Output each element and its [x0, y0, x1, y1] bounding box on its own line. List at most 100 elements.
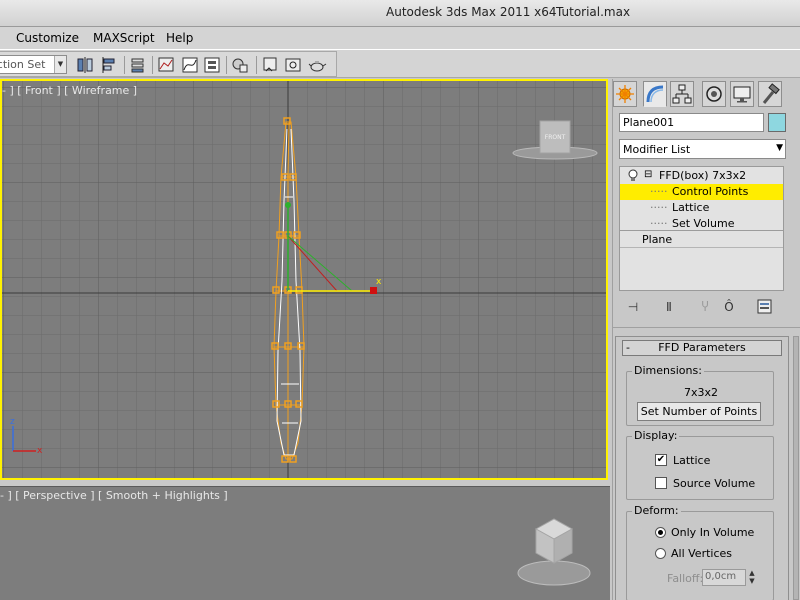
spinner-arrows-icon[interactable]: ▲ ▼ — [747, 569, 757, 586]
front-viewport[interactable]: x FRONT z x - ] [ Front ] [ Wireframe ] — [0, 79, 608, 480]
all-vertices-radio[interactable] — [655, 548, 666, 559]
curve-editor-icon[interactable] — [180, 55, 200, 75]
align-icon[interactable] — [99, 55, 119, 75]
set-number-of-points-button[interactable]: Set Number of Points — [637, 402, 761, 421]
stack-buttons: ⊣ Ⅱ Ⴤ Ô — [619, 297, 786, 317]
tab-display[interactable] — [730, 81, 754, 107]
panel-separator — [613, 327, 800, 328]
only-in-volume-radio[interactable] — [655, 527, 666, 538]
create-icon — [616, 85, 634, 103]
falloff-spinner-field[interactable]: 0,0cm — [702, 569, 746, 586]
dimensions-group: Dimensions: 7x3x2 Set Number of Points — [626, 364, 774, 426]
source-volume-label: Source Volume — [673, 477, 756, 490]
motion-icon — [706, 86, 722, 102]
stack-subitem-label: Lattice — [672, 201, 710, 214]
display-icon — [733, 86, 751, 103]
menu-customize[interactable]: Customize — [16, 31, 79, 45]
toolbar-separator — [226, 56, 227, 74]
collapse-icon: - — [626, 341, 630, 354]
render-teapot-icon[interactable] — [307, 55, 327, 75]
app-title: Autodesk 3ds Max 2011 x64 — [386, 5, 557, 19]
ffd-parameters-rollout: - FFD Parameters Dimensions: 7x3x2 Set N… — [615, 336, 789, 600]
layer-manager-icon[interactable] — [128, 55, 148, 75]
axis-z-label: z — [10, 417, 15, 427]
display-group: Display: ✔ Lattice Source Volume — [626, 429, 774, 500]
utilities-icon — [762, 83, 780, 104]
stack-item-plane[interactable]: Plane — [620, 232, 783, 248]
display-label: Display: — [632, 429, 680, 442]
stack-modifier-name: FFD(box) 7x3x2 — [659, 169, 747, 182]
lattice-label: Lattice — [673, 454, 711, 467]
modifier-stack[interactable]: ⊟ FFD(box) 7x3x2 ····· Control Points ··… — [619, 166, 784, 291]
falloff-label: Falloff: — [667, 572, 704, 585]
source-volume-checkbox[interactable] — [655, 477, 667, 489]
hierarchy-icon — [672, 84, 692, 104]
main-toolbar: ection Set ▼ — [0, 50, 800, 78]
toolbar-group: ection Set ▼ — [0, 51, 337, 77]
lightbulb-icon[interactable] — [627, 169, 639, 183]
modifier-list-label: Modifier List — [623, 143, 691, 156]
chevron-down-icon[interactable]: ▼ — [54, 56, 66, 73]
gizmo-x-label: x — [376, 277, 382, 287]
object-color-swatch[interactable] — [768, 113, 786, 132]
stack-subitem-lattice[interactable]: ····· Lattice — [620, 200, 783, 216]
tab-create[interactable] — [613, 81, 637, 107]
modifier-list-dropdown[interactable]: Modifier List ▼ — [619, 139, 786, 159]
modify-icon — [646, 85, 664, 103]
chevron-down-icon[interactable]: ▼ — [776, 143, 783, 153]
mirror-icon[interactable] — [75, 55, 95, 75]
tree-line-icon: ····· — [650, 217, 668, 230]
selection-set-text: ection Set — [0, 58, 46, 71]
menu-help[interactable]: Help — [166, 31, 193, 45]
perspective-viewport-label[interactable]: - ] [ Perspective ] [ Smooth + Highlight… — [0, 489, 228, 502]
schematic-view-icon[interactable] — [202, 55, 222, 75]
configure-sets-icon[interactable] — [755, 297, 775, 317]
collapse-icon[interactable]: ⊟ — [644, 169, 652, 180]
menu-maxscript[interactable]: MAXScript — [93, 31, 155, 45]
axis-x-label: x — [37, 446, 43, 456]
tab-hierarchy[interactable] — [670, 81, 694, 107]
toolbar-separator — [124, 56, 125, 74]
show-end-result-icon[interactable]: Ⅱ — [659, 297, 679, 317]
viewcube-perspective[interactable] — [512, 511, 602, 591]
stack-subitem-control-points[interactable]: ····· Control Points — [620, 184, 783, 200]
remove-modifier-icon[interactable]: Ô — [719, 297, 739, 317]
rendered-frame-icon[interactable] — [283, 55, 303, 75]
render-setup-icon[interactable] — [260, 55, 280, 75]
tab-motion[interactable] — [702, 81, 726, 107]
only-in-volume-label: Only In Volume — [671, 526, 755, 539]
viewcube-label: FRONT — [545, 134, 566, 141]
stack-subitem-label: Control Points — [672, 185, 749, 198]
lattice-checkbox[interactable]: ✔ — [655, 454, 667, 466]
named-selection-set-dropdown[interactable]: ection Set ▼ — [0, 55, 67, 74]
stack-base-object: Plane — [642, 233, 673, 246]
tree-line-icon: ····· — [650, 185, 668, 198]
deform-label: Deform: — [632, 504, 681, 517]
file-name: Tutorial.max — [556, 5, 631, 19]
stack-item-ffd[interactable]: ⊟ FFD(box) 7x3x2 — [620, 168, 783, 184]
deform-group: Deform: Only In Volume All Vertices Fall… — [626, 504, 774, 600]
object-name-field[interactable]: Plane001 — [619, 113, 764, 132]
stack-subitem-label: Set Volume — [672, 217, 735, 230]
dimensions-label: Dimensions: — [632, 364, 704, 377]
front-viewport-label[interactable]: - ] [ Front ] [ Wireframe ] — [2, 84, 137, 97]
make-unique-icon[interactable]: Ⴤ — [695, 297, 715, 317]
rollout-header[interactable]: - FFD Parameters — [622, 340, 782, 356]
all-vertices-label: All Vertices — [671, 547, 733, 560]
rollout-title: FFD Parameters — [658, 341, 746, 354]
title-bar: Autodesk 3ds Max 2011 x64 Tutorial.max — [0, 0, 800, 27]
toolbar-separator — [152, 56, 153, 74]
pin-stack-icon[interactable]: ⊣ — [623, 297, 643, 317]
menu-bar: Customize MAXScript Help — [0, 27, 800, 50]
dimensions-value: 7x3x2 — [683, 386, 718, 399]
stack-divider — [620, 230, 783, 231]
tab-utilities[interactable] — [758, 81, 782, 107]
tab-modify[interactable] — [643, 81, 667, 107]
tree-line-icon: ····· — [650, 201, 668, 214]
perspective-viewport[interactable]: - ] [ Perspective ] [ Smooth + Highlight… — [0, 486, 610, 600]
command-panel-scrollbar[interactable] — [793, 336, 799, 600]
front-viewport-canvas[interactable]: x FRONT z x — [2, 81, 606, 478]
graph-editor-icon[interactable] — [156, 55, 176, 75]
material-editor-icon[interactable] — [230, 55, 250, 75]
stack-divider — [620, 247, 783, 248]
